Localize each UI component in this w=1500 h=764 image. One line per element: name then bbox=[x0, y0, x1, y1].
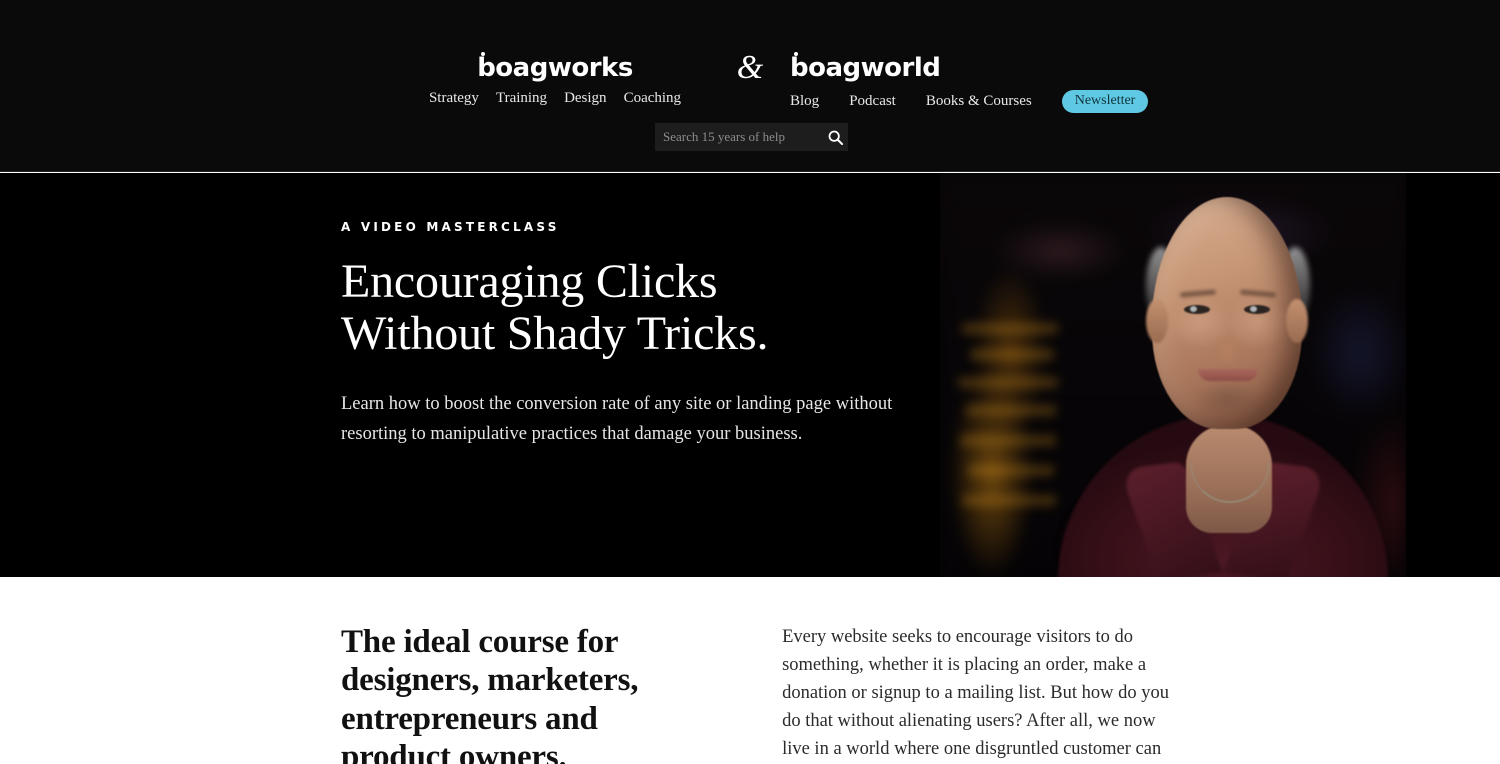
boagworld-logo-text: boagworld bbox=[790, 53, 941, 83]
hero-title: Encouraging Clicks Without Shady Tricks. bbox=[341, 256, 911, 360]
photo-eye-right bbox=[1244, 305, 1270, 314]
logo-dot-icon bbox=[794, 52, 798, 56]
photo-ear-right bbox=[1286, 299, 1308, 343]
primary-nav-boagworld: Blog Podcast Books & Courses Newsletter bbox=[790, 90, 1149, 113]
photo-eye-left bbox=[1184, 305, 1210, 314]
brand-column-boagworks: boagworks Strategy Training Design Coach… bbox=[390, 52, 720, 107]
boagworks-logo-text: boagworks bbox=[477, 53, 633, 83]
nav-item-strategy[interactable]: Strategy bbox=[429, 90, 479, 107]
hero-section: A VIDEO MASTERCLASS Encouraging Clicks W… bbox=[0, 173, 1500, 577]
boagworld-logo[interactable]: boagworld bbox=[790, 52, 941, 83]
photo-nose bbox=[1212, 319, 1242, 365]
hero-eyebrow: A VIDEO MASTERCLASS bbox=[341, 220, 560, 234]
search-form bbox=[655, 123, 848, 151]
hero-title-line-1: Encouraging Clicks bbox=[341, 255, 718, 308]
hero-subtitle: Learn how to boost the conversion rate o… bbox=[341, 393, 893, 444]
hero-copy: A VIDEO MASTERCLASS Encouraging Clicks W… bbox=[341, 220, 911, 450]
search-button[interactable] bbox=[823, 123, 848, 151]
photo-chin-shadow bbox=[1180, 379, 1276, 429]
photo-eye-highlight-right bbox=[1250, 306, 1257, 312]
content-section: The ideal course for designers, marketer… bbox=[0, 577, 1500, 764]
nav-item-training[interactable]: Training bbox=[496, 90, 547, 107]
site-header: boagworks Strategy Training Design Coach… bbox=[0, 0, 1500, 172]
content-heading: The ideal course for designers, marketer… bbox=[341, 624, 639, 764]
primary-nav-boagworks: Strategy Training Design Coaching bbox=[429, 90, 681, 107]
photo-ear-left bbox=[1146, 299, 1168, 343]
hero-title-line-2: Without Shady Tricks. bbox=[341, 306, 769, 360]
nav-item-coaching[interactable]: Coaching bbox=[624, 90, 682, 107]
content-inner: The ideal course for designers, marketer… bbox=[341, 623, 1181, 764]
photo-eye-highlight-left bbox=[1190, 306, 1197, 312]
nav-item-podcast[interactable]: Podcast bbox=[849, 93, 896, 110]
newsletter-button[interactable]: Newsletter bbox=[1061, 90, 1149, 113]
boagworks-logo[interactable]: boagworks bbox=[477, 52, 633, 83]
content-paragraph: Every website seeks to encourage visitor… bbox=[782, 627, 1170, 760]
search-icon bbox=[828, 130, 843, 145]
brand-column-boagworld: boagworld Blog Podcast Books & Courses N… bbox=[780, 52, 1149, 113]
search-input[interactable] bbox=[655, 123, 823, 151]
brand-row: boagworks Strategy Training Design Coach… bbox=[0, 51, 1500, 113]
nav-item-books-and-courses[interactable]: Books & Courses bbox=[926, 93, 1032, 110]
nav-item-design[interactable]: Design bbox=[564, 90, 607, 107]
hero-portrait-photo bbox=[940, 173, 1406, 577]
ampersand-separator: & bbox=[736, 49, 764, 86]
nav-item-blog[interactable]: Blog bbox=[790, 93, 819, 110]
page-root: boagworks Strategy Training Design Coach… bbox=[0, 0, 1500, 764]
